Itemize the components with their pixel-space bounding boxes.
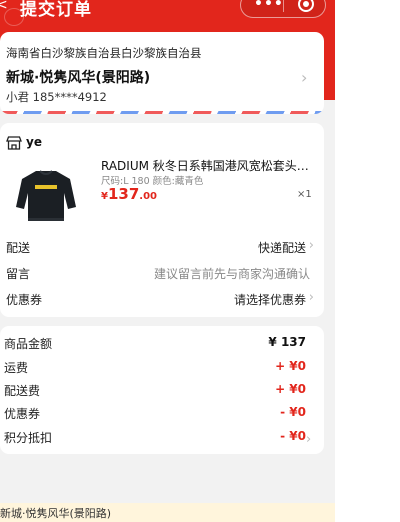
order-screen: < 提交订单 ••• 海南省白沙黎族自治县白沙黎族自治县 新城·悦隽风华(景阳路… xyxy=(0,0,335,522)
points-deduction-value: - ¥0 xyxy=(280,429,306,443)
coupon-discount-value: - ¥0 xyxy=(280,405,306,419)
shipping-value: + ¥0 xyxy=(275,359,306,373)
goods-amount-row: 商品金额 ¥ 137 xyxy=(4,335,306,353)
message-label: 留言 xyxy=(6,267,31,281)
price-symbol: ¥ xyxy=(101,191,108,202)
delivery-row[interactable]: 配送 快递配送 › xyxy=(6,238,314,257)
chevron-right-icon: › xyxy=(308,290,314,305)
coupon-label: 优惠券 xyxy=(6,293,43,307)
address-card[interactable]: 海南省白沙黎族自治县白沙黎族自治县 新城·悦隽风华(景阳路) 小君 185***… xyxy=(0,32,324,114)
close-target-icon[interactable] xyxy=(298,0,314,12)
chevron-right-icon: › xyxy=(308,238,314,253)
page-title: 提交订单 xyxy=(20,0,92,20)
chevron-right-icon: › xyxy=(306,432,312,447)
product-title: RADIUM 秋冬日系韩国港风宽松套头卫衣 xyxy=(101,159,311,173)
address-envelope-stripe xyxy=(0,111,324,114)
price-summary-card: 商品金额 ¥ 137 运费 + ¥0 配送费 + ¥0 优惠券 - ¥0 积分抵… xyxy=(0,326,324,454)
price-integer: 137 xyxy=(107,185,140,203)
coupon-value: 请选择优惠券 xyxy=(233,293,306,307)
capsule-divider xyxy=(283,0,284,12)
product-price: ¥137.00 xyxy=(101,184,157,203)
order-card: ye RADIUM 秋冬日系韩国港风宽松套头卫衣 尺码:L 180 颜色:藏青色… xyxy=(0,123,324,317)
shipping-row: 运费 + ¥0 xyxy=(4,359,306,377)
more-icon[interactable]: ••• xyxy=(254,0,284,12)
nav-bar: < 提交订单 ••• xyxy=(0,0,335,22)
delivery-fee-label: 配送费 xyxy=(4,384,41,398)
delivery-value: 快递配送 xyxy=(257,241,306,255)
bottom-address-text: 新城·悦隽风华(景阳路) xyxy=(0,507,112,520)
mini-program-capsule: ••• xyxy=(240,0,326,18)
bottom-address-bar: 新城·悦隽风华(景阳路) xyxy=(0,503,335,522)
store-icon xyxy=(6,136,22,150)
address-street: 新城·悦隽风华(景阳路) xyxy=(6,70,151,86)
delivery-fee-value: + ¥0 xyxy=(275,382,306,396)
product-image[interactable] xyxy=(14,163,78,227)
chevron-right-icon: › xyxy=(301,68,308,87)
message-row[interactable]: 留言 建议留言前先与商家沟通确认 xyxy=(6,265,314,283)
coupon-discount-label: 优惠券 xyxy=(4,407,41,421)
faint-home-icon xyxy=(4,8,24,26)
delivery-label: 配送 xyxy=(6,241,31,255)
message-input[interactable]: 建议留言前先与商家沟通确认 xyxy=(154,265,310,282)
goods-amount-value: ¥ 137 xyxy=(268,335,306,349)
goods-amount-label: 商品金额 xyxy=(4,337,53,351)
product-quantity: ×1 xyxy=(297,189,312,200)
delivery-fee-row: 配送费 + ¥0 xyxy=(4,382,306,400)
price-decimal: .00 xyxy=(139,191,157,202)
coupon-discount-row: 优惠券 - ¥0 xyxy=(4,405,306,423)
coupon-row[interactable]: 优惠券 请选择优惠券 › xyxy=(6,290,314,309)
shipping-label: 运费 xyxy=(4,361,29,375)
store-name: ye xyxy=(26,135,42,149)
address-contact: 小君 185****4912 xyxy=(6,90,107,104)
points-deduction-row[interactable]: 积分抵扣 - ¥0 xyxy=(4,429,306,447)
address-region: 海南省白沙黎族自治县白沙黎族自治县 xyxy=(6,46,202,60)
points-deduction-label: 积分抵扣 xyxy=(4,431,53,445)
